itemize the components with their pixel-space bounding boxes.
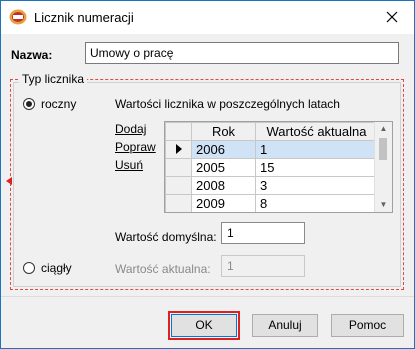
cell-year[interactable]: 2009 bbox=[191, 194, 256, 212]
current-value-input[interactable]: 1 bbox=[221, 255, 305, 277]
window-title: Licznik numeracji bbox=[34, 10, 134, 25]
close-button[interactable] bbox=[370, 1, 414, 34]
table-row[interactable]: 2006 1 bbox=[165, 140, 378, 159]
cell-year[interactable]: 2005 bbox=[191, 158, 256, 177]
add-link[interactable]: Dodaj bbox=[115, 122, 146, 136]
cell-value[interactable]: 15 bbox=[255, 158, 378, 177]
name-label: Nazwa: bbox=[11, 48, 53, 62]
table-row[interactable]: 2005 15 bbox=[165, 158, 378, 177]
row-indicator bbox=[165, 176, 192, 195]
button-bar: OK Anuluj Pomoc bbox=[1, 297, 414, 348]
row-indicator bbox=[165, 194, 192, 212]
table-row[interactable]: 2008 3 bbox=[165, 176, 378, 195]
cell-year[interactable]: 2006 bbox=[191, 140, 256, 159]
cell-year[interactable]: 2010 bbox=[192, 213, 256, 214]
yearly-values-title: Wartości licznika w poszczególnych latac… bbox=[115, 97, 340, 111]
app-logo-icon bbox=[9, 9, 27, 25]
radio-continuous-label[interactable]: ciągły bbox=[41, 261, 72, 275]
row-indicator bbox=[166, 213, 192, 214]
row-indicator bbox=[165, 140, 192, 159]
dialog-content: Nazwa: Typ licznika roczny Wartości licz… bbox=[1, 34, 414, 296]
cell-value[interactable]: 2 bbox=[256, 213, 378, 214]
title-bar: Licznik numeracji bbox=[1, 1, 414, 34]
scroll-thumb[interactable] bbox=[379, 138, 387, 160]
radio-continuous[interactable] bbox=[23, 262, 35, 274]
ok-button[interactable]: OK bbox=[171, 314, 237, 337]
cancel-button[interactable]: Anuluj bbox=[252, 314, 318, 337]
grid-scrollbar[interactable]: ▲ ▼ bbox=[374, 122, 392, 212]
help-button[interactable]: Pomoc bbox=[331, 314, 404, 337]
counter-type-legend: Typ licznika bbox=[19, 72, 88, 86]
table-row[interactable]: 2009 8 bbox=[165, 194, 378, 212]
name-input[interactable] bbox=[85, 42, 399, 64]
column-header-current-value[interactable]: Wartość aktualna bbox=[255, 122, 378, 141]
current-row-arrow-icon bbox=[175, 144, 182, 154]
row-indicator bbox=[165, 158, 192, 177]
scroll-up-icon[interactable]: ▲ bbox=[375, 122, 392, 136]
cell-value[interactable]: 3 bbox=[255, 176, 378, 195]
dialog-window: Licznik numeracji Nazwa: Typ licznika ro… bbox=[0, 0, 415, 349]
table-row[interactable]: 2010 2 bbox=[166, 213, 378, 214]
delete-link[interactable]: Usuń bbox=[115, 158, 143, 172]
cell-value[interactable]: 1 bbox=[255, 140, 378, 159]
current-value-label: Wartość aktualna: bbox=[115, 262, 211, 276]
edit-link[interactable]: Popraw bbox=[115, 140, 156, 154]
yearly-values-grid[interactable]: Rok Wartość aktualna 2006 1 2005 15 2008… bbox=[164, 121, 393, 213]
radio-yearly-label[interactable]: roczny bbox=[41, 97, 76, 111]
close-icon bbox=[386, 11, 398, 23]
radio-yearly[interactable] bbox=[23, 98, 35, 110]
cell-year[interactable]: 2008 bbox=[191, 176, 256, 195]
focus-marker-icon bbox=[6, 177, 12, 185]
cell-value[interactable]: 8 bbox=[255, 194, 378, 212]
grid-indicator-header bbox=[165, 122, 192, 141]
scroll-down-icon[interactable]: ▼ bbox=[375, 198, 392, 212]
default-value-input[interactable]: 1 bbox=[221, 222, 305, 244]
column-header-year[interactable]: Rok bbox=[191, 122, 256, 141]
grid-header-row: Rok Wartość aktualna bbox=[165, 122, 378, 141]
default-value-label: Wartość domyślna: bbox=[115, 230, 217, 244]
